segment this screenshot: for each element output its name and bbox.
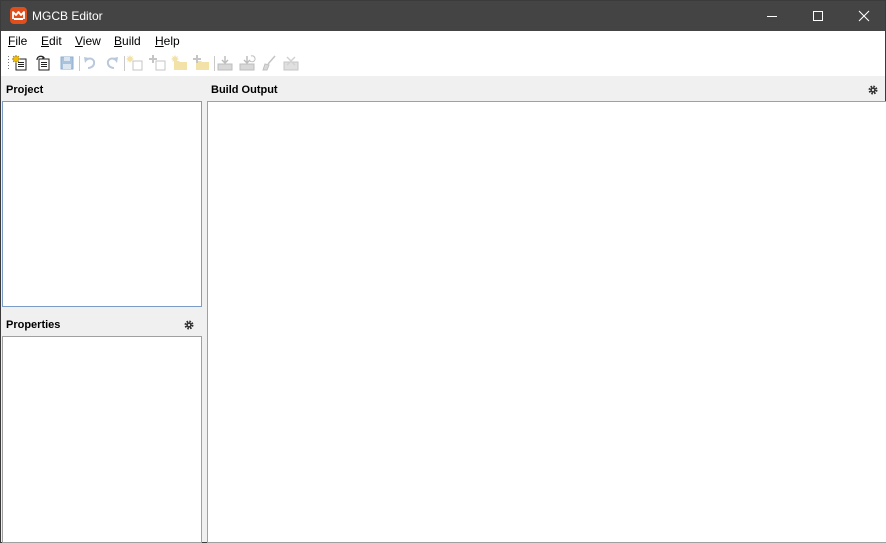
minimize-button[interactable] — [749, 1, 795, 31]
cancel-build-icon[interactable] — [282, 54, 300, 72]
new-project-icon[interactable] — [12, 54, 30, 72]
toolbar-separator — [79, 56, 80, 71]
build-output-panel-header: Build Output — [206, 78, 885, 102]
build-icon[interactable] — [216, 54, 234, 72]
properties-grid[interactable] — [2, 336, 202, 543]
build-output-area[interactable] — [207, 101, 886, 543]
new-folder-icon[interactable] — [171, 54, 189, 72]
menu-build[interactable]: Build — [114, 34, 141, 48]
menu-help[interactable]: Help — [155, 34, 180, 48]
project-panel-header: Project — [1, 78, 203, 102]
add-existing-folder-icon[interactable] — [193, 54, 211, 72]
properties-panel-header: Properties — [1, 313, 203, 337]
toolbar-separator — [214, 56, 215, 71]
maximize-icon — [813, 11, 823, 21]
save-icon[interactable] — [58, 54, 76, 72]
monogame-logo-icon — [10, 7, 27, 24]
close-icon — [858, 10, 870, 22]
toolbar-separator — [124, 56, 125, 71]
new-item-icon[interactable] — [126, 54, 144, 72]
project-panel-title: Project — [6, 84, 44, 96]
menu-edit[interactable]: Edit — [41, 34, 62, 48]
rebuild-icon[interactable] — [238, 54, 256, 72]
window-title: MGCB Editor — [32, 9, 103, 23]
minimize-icon — [767, 16, 777, 17]
undo-icon[interactable] — [81, 54, 99, 72]
build-output-panel-title: Build Output — [211, 84, 278, 96]
open-project-icon[interactable] — [35, 54, 53, 72]
redo-icon[interactable] — [103, 54, 121, 72]
toolbar — [1, 51, 885, 76]
toolbar-grip-icon[interactable] — [7, 55, 10, 71]
menu-file[interactable]: File — [8, 34, 27, 48]
add-existing-item-icon[interactable] — [149, 54, 167, 72]
maximize-button[interactable] — [795, 1, 841, 31]
menu-bar: File Edit View Build Help — [1, 31, 885, 51]
properties-panel-title: Properties — [6, 319, 61, 331]
close-button[interactable] — [841, 1, 886, 31]
menu-view[interactable]: View — [75, 34, 101, 48]
build-output-settings-gear-icon[interactable] — [867, 84, 879, 96]
properties-settings-gear-icon[interactable] — [183, 319, 195, 331]
clean-icon[interactable] — [260, 54, 278, 72]
app-window: MGCB Editor File Edit View Build Help Pr… — [0, 0, 886, 543]
title-bar[interactable]: MGCB Editor — [1, 1, 885, 31]
project-tree[interactable] — [2, 101, 202, 307]
